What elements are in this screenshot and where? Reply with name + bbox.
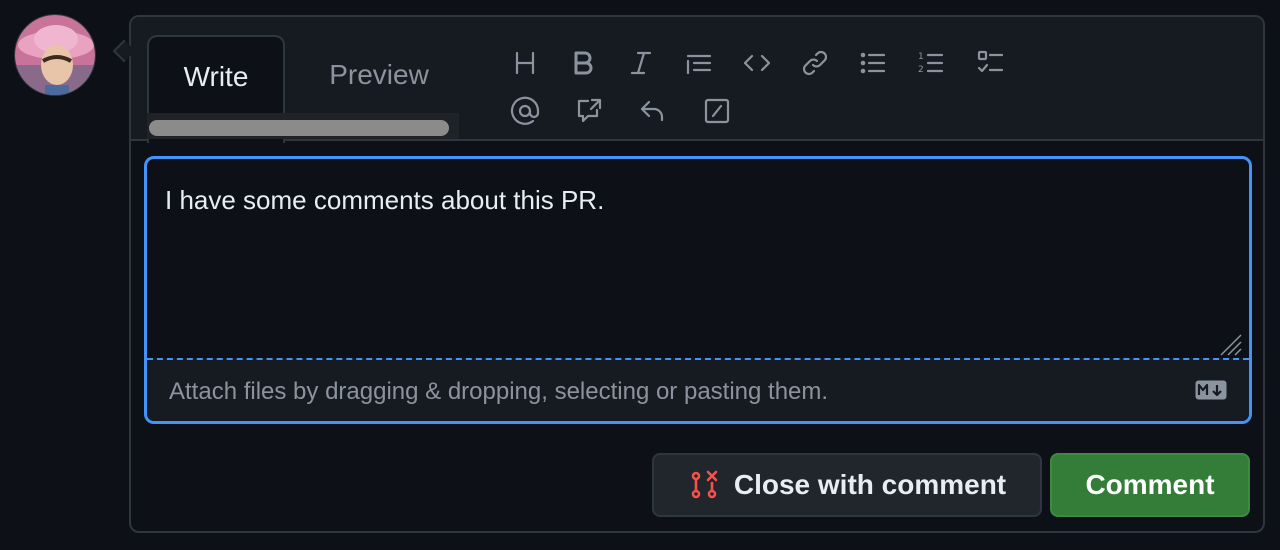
attach-files-text: Attach files by dragging & dropping, sel… <box>169 378 829 405</box>
mention-button[interactable] <box>503 91 547 131</box>
italic-icon <box>630 51 652 75</box>
tab-scrollbar-thumb[interactable] <box>149 120 449 136</box>
cross-reference-icon <box>577 98 602 123</box>
heading-button[interactable] <box>503 43 547 83</box>
link-button[interactable] <box>793 43 837 83</box>
cross-reference-button[interactable] <box>567 91 611 131</box>
heading-icon <box>515 51 535 75</box>
resize-handle-icon[interactable] <box>1217 331 1243 357</box>
numbered-list-icon: 12 <box>918 52 944 75</box>
editor-header: Write Preview 12 <box>131 17 1263 143</box>
task-list-icon <box>977 50 1004 73</box>
comment-form: Write Preview 12 I have some comments ab… <box>129 15 1265 533</box>
quote-button[interactable] <box>677 43 721 83</box>
comment-button[interactable]: Comment <box>1050 453 1250 517</box>
attach-files-bar[interactable]: Attach files by dragging & dropping, sel… <box>147 358 1249 421</box>
tab-scrollbar[interactable] <box>147 113 459 139</box>
quote-icon <box>686 54 712 75</box>
bulleted-list-button[interactable] <box>851 43 895 83</box>
pull-request-closed-icon <box>691 470 718 499</box>
svg-text:2: 2 <box>918 65 924 75</box>
reply-icon <box>640 100 664 122</box>
close-with-comment-button[interactable]: Close with comment <box>652 453 1042 517</box>
comment-textarea[interactable]: I have some comments about this PR. <box>165 185 604 216</box>
comment-button-label: Comment <box>1085 469 1215 500</box>
code-icon <box>743 54 771 72</box>
comment-editor[interactable]: I have some comments about this PR. Atta… <box>144 156 1252 424</box>
numbered-list-button[interactable]: 12 <box>909 43 953 83</box>
italic-button[interactable] <box>619 43 663 83</box>
task-list-button[interactable] <box>969 43 1013 83</box>
mention-icon <box>510 96 540 125</box>
markdown-icon[interactable] <box>1195 380 1227 400</box>
slash-commands-button[interactable] <box>695 91 739 131</box>
close-with-comment-label: Close with comment <box>733 469 1007 500</box>
link-icon <box>802 50 828 76</box>
bold-button[interactable] <box>561 43 605 83</box>
bulleted-list-icon <box>860 52 886 74</box>
slash-commands-icon <box>704 98 730 124</box>
bold-icon <box>574 51 593 75</box>
code-button[interactable] <box>735 43 779 83</box>
svg-text:1: 1 <box>918 52 924 62</box>
user-avatar[interactable] <box>14 14 96 96</box>
reply-button[interactable] <box>631 91 675 131</box>
